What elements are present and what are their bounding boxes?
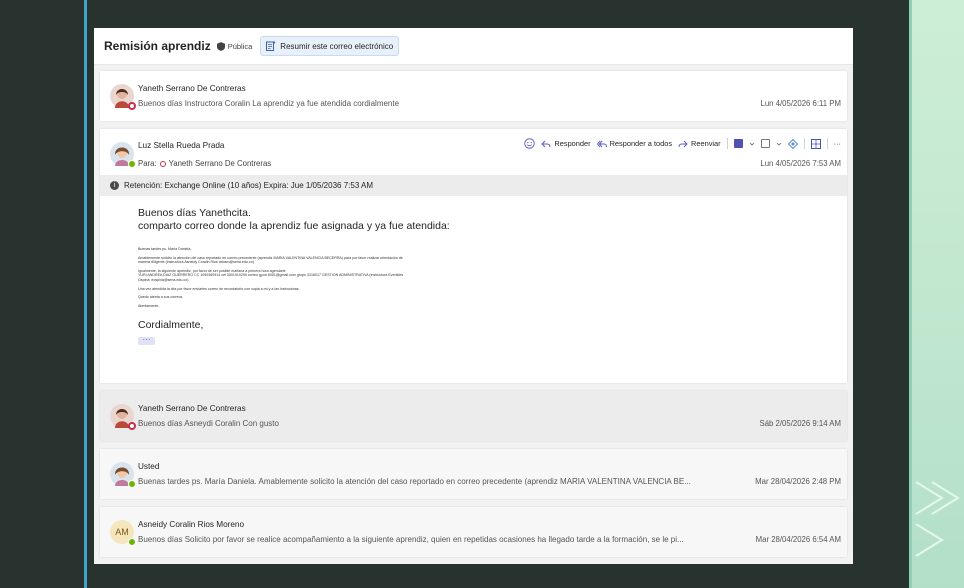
message-date: Sáb 2/05/2026 9:14 AM [759, 419, 842, 428]
message-preview: Buenos días Solicito por favor se realic… [138, 535, 684, 544]
presence-away-indicator [159, 160, 166, 167]
message-item[interactable]: AM Asneidy Coralin Rios Moreno Buenos dí… [100, 507, 847, 557]
recipient-name[interactable]: Yaneth Serrano De Contreras [169, 159, 272, 168]
message-item[interactable]: Yaneth Serrano De Contreras Buenos días … [100, 391, 847, 441]
divider [726, 138, 728, 149]
retention-text: Retención: Exchange Online (10 años) Exp… [124, 181, 374, 190]
emoji-icon[interactable] [524, 138, 536, 149]
avatar [110, 462, 136, 488]
reply-button[interactable]: Responder [541, 139, 591, 149]
sender-name: Usted [138, 462, 160, 471]
right-decor-dark [858, 0, 910, 588]
avatar [110, 142, 136, 168]
presence-away-indicator [128, 422, 136, 430]
loop-icon[interactable] [787, 138, 798, 149]
sender-name: Luz Stella Rueda Prada [138, 141, 225, 150]
message-item[interactable]: Usted Buenas tardes ps. María Daniela. A… [100, 449, 847, 499]
show-more-button[interactable]: ··· [138, 336, 155, 346]
info-icon: i [110, 181, 119, 190]
shield-icon [216, 41, 225, 51]
reply-all-icon [596, 140, 607, 147]
sender-name: Asneidy Coralin Rios Moreno [138, 520, 245, 529]
body-greeting: Buenos días Yanethcita. [138, 207, 251, 219]
avatar: AM [110, 520, 136, 546]
recipient-line: Para: Yaneth Serrano De Contreras [138, 159, 271, 168]
note-icon[interactable] [760, 139, 770, 148]
decor-chevron [915, 481, 960, 515]
to-label: Para: [138, 159, 157, 168]
forward-icon [678, 140, 688, 147]
reply-all-button[interactable]: Responder a todos [596, 139, 673, 149]
body-closing: Cordialmente, [138, 319, 204, 332]
subject-title: Remisión aprendiz [104, 39, 211, 53]
more-icon[interactable]: ··· [834, 139, 841, 148]
message-expanded: Luz Stella Rueda Prada Para: Yaneth Serr… [100, 129, 847, 383]
presence-available-indicator [128, 538, 136, 546]
right-decor-band [912, 0, 964, 588]
reply-all-label: Responder a todos [609, 139, 673, 148]
message-actions: Responder Responder a todos Reenviar ··· [524, 138, 841, 149]
left-decor-line [84, 0, 87, 588]
sender-name: Yaneth Serrano De Contreras [138, 84, 246, 93]
avatar [110, 84, 136, 110]
message-preview: Buenos días Instructora Coralin La apren… [138, 99, 400, 108]
message-date: Mar 28/04/2026 2:48 PM [755, 477, 841, 486]
subject-bar: Remisión aprendiz Pública Resumir este c… [94, 28, 853, 65]
forward-label: Reenviar [691, 139, 721, 148]
divider [803, 138, 805, 149]
message-preview: Buenas tardes ps. María Daniela. Amablem… [138, 477, 691, 486]
summarize-button[interactable]: Resumir este correo electrónico [260, 36, 400, 56]
divider [826, 138, 828, 149]
decor-chevron [915, 523, 944, 557]
visibility-label: Pública [227, 41, 253, 51]
quoted-line: Atentamente, [138, 303, 160, 308]
summarize-label: Resumir este correo electrónico [280, 41, 394, 51]
message-date: Lun 4/05/2026 7:53 AM [760, 159, 841, 168]
message-date: Lun 4/05/2026 6:11 PM [760, 99, 842, 108]
presence-away-indicator [128, 102, 136, 110]
message-preview: Buenos días Asneydi Coralin Con gusto [138, 419, 279, 428]
presence-available-indicator [128, 480, 136, 488]
left-decor-band [0, 0, 84, 588]
avatar [110, 404, 136, 430]
presence-available-indicator [128, 160, 136, 168]
apps-icon[interactable] [810, 138, 821, 149]
message-item[interactable]: Yaneth Serrano De Contreras Buenos días … [100, 71, 847, 121]
sender-name: Yaneth Serrano De Contreras [138, 404, 246, 413]
message-date: Mar 28/04/2026 6:54 AM [755, 535, 841, 544]
mail-reading-pane: Remisión aprendiz Pública Resumir este c… [94, 28, 853, 564]
chevron-down-icon[interactable] [776, 141, 782, 147]
retention-banner: i Retención: Exchange Online (10 años) E… [100, 175, 847, 196]
chevron-down-icon[interactable] [749, 141, 755, 147]
forward-button[interactable]: Reenviar [678, 139, 721, 149]
summarize-icon [266, 41, 277, 51]
reply-icon [541, 140, 551, 147]
message-body: Buenos días Yanethcita. comparto correo … [138, 207, 818, 346]
teams-icon[interactable] [733, 139, 743, 148]
body-intro: comparto correo donde la aprendiz fue as… [138, 220, 450, 232]
reply-label: Responder [554, 139, 591, 148]
